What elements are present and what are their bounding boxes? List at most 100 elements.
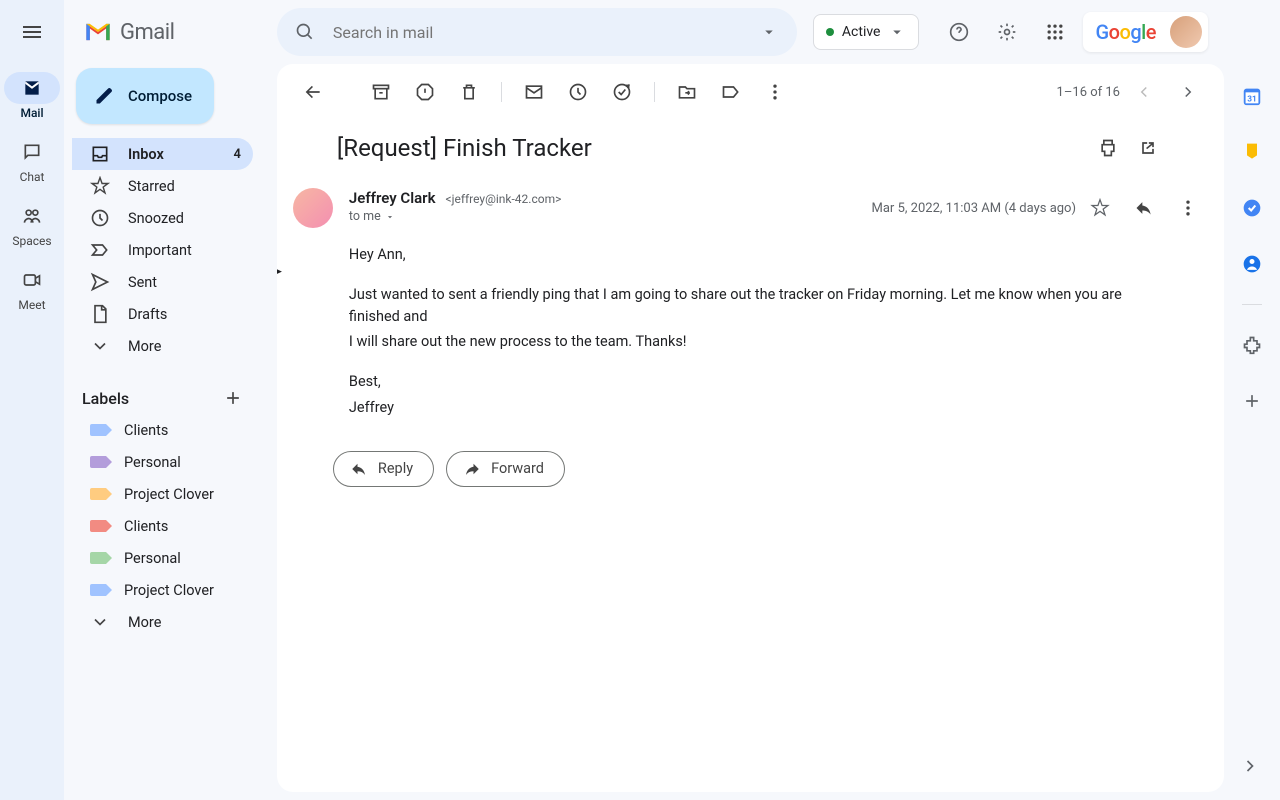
search-icon bbox=[295, 22, 315, 42]
more-button[interactable] bbox=[755, 72, 795, 112]
plus-icon bbox=[223, 388, 243, 408]
caret-down-icon bbox=[385, 212, 395, 222]
account-box[interactable]: Google bbox=[1083, 12, 1208, 52]
apps-grid-icon bbox=[1045, 22, 1065, 42]
folder-inbox[interactable]: Inbox 4 bbox=[72, 138, 253, 170]
plus-icon bbox=[1242, 391, 1262, 411]
spam-button[interactable] bbox=[405, 72, 445, 112]
star-icon bbox=[90, 176, 110, 196]
folder-more[interactable]: More bbox=[72, 330, 253, 362]
labels-title: Labels bbox=[82, 389, 129, 408]
topbar: Active Google bbox=[277, 0, 1224, 64]
message-more-button[interactable] bbox=[1168, 188, 1208, 228]
star-button[interactable] bbox=[1080, 188, 1120, 228]
more-vert-icon bbox=[1178, 198, 1198, 218]
forward-button[interactable]: Forward bbox=[446, 451, 565, 487]
search-input[interactable] bbox=[325, 23, 749, 42]
status-chip[interactable]: Active bbox=[813, 14, 920, 50]
print-button[interactable] bbox=[1088, 128, 1128, 168]
labels-list: Clients Personal Project Clover Clients … bbox=[72, 414, 261, 638]
get-addons[interactable] bbox=[1232, 381, 1272, 421]
rail-mail-label: Mail bbox=[20, 106, 43, 120]
rail-spaces[interactable]: Spaces bbox=[0, 200, 64, 248]
add-task-icon bbox=[612, 82, 632, 102]
main-area: Active Google bbox=[277, 0, 1280, 800]
labels-header: Labels bbox=[72, 382, 261, 414]
chevron-down-icon bbox=[90, 612, 110, 632]
labels-more[interactable]: More bbox=[72, 606, 261, 638]
label-item[interactable]: Project Clover bbox=[72, 574, 261, 606]
label-item[interactable]: Project Clover bbox=[72, 478, 261, 510]
label-item[interactable]: Personal bbox=[72, 542, 261, 574]
keep-addon[interactable] bbox=[1232, 132, 1272, 172]
rail-mail[interactable]: Mail bbox=[0, 72, 64, 120]
move-button[interactable] bbox=[667, 72, 707, 112]
add-task-button[interactable] bbox=[602, 72, 642, 112]
folder-drafts[interactable]: Drafts bbox=[72, 298, 253, 330]
calendar-addon[interactable]: 31 bbox=[1232, 76, 1272, 116]
reply-icon bbox=[1134, 198, 1154, 218]
label-item[interactable]: Clients bbox=[72, 414, 261, 446]
star-outline-icon bbox=[1090, 198, 1110, 218]
reply-button[interactable]: Reply bbox=[333, 451, 434, 487]
extension-icon bbox=[1242, 335, 1262, 355]
search-options-button[interactable] bbox=[749, 12, 789, 52]
apps-button[interactable] bbox=[1035, 12, 1075, 52]
folder-starred[interactable]: Starred bbox=[72, 170, 253, 202]
sender-avatar[interactable] bbox=[293, 188, 333, 228]
label-button[interactable] bbox=[711, 72, 751, 112]
folder-sent[interactable]: Sent bbox=[72, 266, 253, 298]
folder-snoozed[interactable]: Snoozed bbox=[72, 202, 253, 234]
side-divider bbox=[1242, 304, 1262, 305]
label-icon bbox=[721, 82, 741, 102]
side-panel-toggle[interactable] bbox=[1232, 748, 1268, 784]
archive-button[interactable] bbox=[361, 72, 401, 112]
search-bar[interactable] bbox=[277, 8, 797, 56]
add-label-button[interactable] bbox=[217, 382, 249, 414]
status-text: Active bbox=[842, 24, 881, 40]
toolbar-divider bbox=[501, 82, 502, 102]
support-button[interactable] bbox=[939, 12, 979, 52]
recipient-dropdown[interactable]: to me bbox=[349, 209, 856, 224]
delete-button[interactable] bbox=[449, 72, 489, 112]
label-item[interactable]: Clients bbox=[72, 510, 261, 542]
prev-button[interactable] bbox=[1124, 72, 1164, 112]
snooze-button[interactable] bbox=[558, 72, 598, 112]
back-button[interactable] bbox=[293, 72, 333, 112]
pencil-icon bbox=[94, 86, 114, 106]
open-window-button[interactable] bbox=[1128, 128, 1168, 168]
move-to-icon bbox=[677, 82, 697, 102]
gear-icon bbox=[997, 22, 1017, 42]
contacts-addon[interactable] bbox=[1232, 244, 1272, 284]
help-icon bbox=[949, 22, 969, 42]
label-swatch-icon bbox=[90, 520, 106, 532]
archive-icon bbox=[371, 82, 391, 102]
caret-down-icon bbox=[888, 23, 906, 41]
reply-button-icon[interactable] bbox=[1124, 188, 1164, 228]
search-button[interactable] bbox=[285, 12, 325, 52]
google-logo: Google bbox=[1089, 16, 1162, 48]
folder-important[interactable]: Important bbox=[72, 234, 253, 266]
brand[interactable]: Gmail bbox=[72, 8, 261, 56]
settings-button[interactable] bbox=[987, 12, 1027, 52]
label-item[interactable]: Personal bbox=[72, 446, 261, 478]
message-view: 1–16 of 16 [Request] Finish Tracker Jeff… bbox=[277, 64, 1224, 792]
compose-button[interactable]: Compose bbox=[76, 68, 214, 124]
open-in-new-icon bbox=[1138, 138, 1158, 158]
brand-text: Gmail bbox=[120, 20, 174, 45]
email-timestamp: Mar 5, 2022, 11:03 AM (4 days ago) bbox=[872, 201, 1076, 216]
draft-icon bbox=[90, 304, 110, 324]
tasks-addon[interactable] bbox=[1232, 188, 1272, 228]
rail-chat[interactable]: Chat bbox=[0, 136, 64, 184]
main-menu-button[interactable] bbox=[8, 8, 56, 56]
subject-row: [Request] Finish Tracker bbox=[277, 120, 1224, 176]
contacts-icon bbox=[1242, 254, 1262, 274]
mark-unread-button[interactable] bbox=[514, 72, 554, 112]
addon-extra[interactable] bbox=[1232, 325, 1272, 365]
compose-label: Compose bbox=[128, 87, 192, 105]
sender-row: Jeffrey Clark <jeffrey@ink-42.com> to me… bbox=[277, 176, 1224, 232]
user-avatar[interactable] bbox=[1170, 16, 1202, 48]
rail-meet[interactable]: Meet bbox=[0, 264, 64, 312]
next-button[interactable] bbox=[1168, 72, 1208, 112]
email-subject: [Request] Finish Tracker bbox=[337, 134, 1088, 162]
